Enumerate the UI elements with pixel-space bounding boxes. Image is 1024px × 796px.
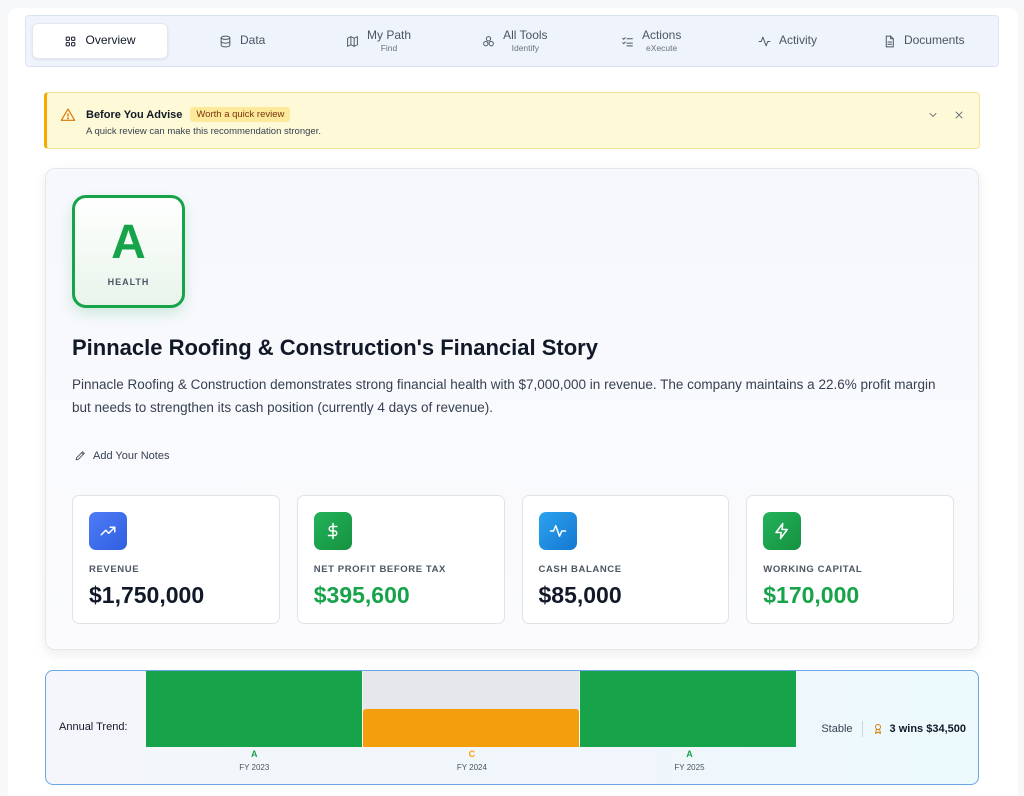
close-icon[interactable]: [953, 109, 965, 121]
metric-value: $1,750,000: [89, 582, 205, 608]
review-alert: Before You Advise Worth a quick review A…: [44, 92, 980, 149]
trend-fill: [146, 671, 362, 747]
pulse-icon: [549, 525, 566, 537]
tab-sublabel: Identify: [511, 42, 540, 53]
tab-sublabel: Find: [380, 42, 398, 53]
tab-bar: Overview Data My Path Find All Tools Ident…: [25, 15, 999, 67]
warning-icon-wrap: [60, 103, 76, 148]
metric-card-revenue: REVENUE $1,750,000: [72, 495, 280, 624]
activity-icon: [758, 36, 771, 46]
trending-up-icon: [100, 526, 116, 536]
trend-year: FY 2023: [239, 763, 270, 772]
metric-icon-wrap: [538, 512, 577, 550]
trend-grade: A: [251, 749, 258, 759]
tab-my-path[interactable]: My Path Find: [310, 23, 446, 59]
trend-bar-fy2025[interactable]: [580, 671, 796, 747]
trend-grade: A: [686, 749, 693, 759]
tab-label: Overview: [85, 33, 136, 48]
metric-icon-wrap: [313, 512, 352, 550]
trend-status-text: Stable: [821, 723, 853, 735]
checklist-icon: [622, 36, 633, 46]
warning-icon: [60, 108, 76, 121]
trend-label: Annual Trend:: [59, 721, 128, 733]
trend-year: FY 2024: [456, 763, 487, 772]
financial-story-card: A HEALTH Pinnacle Roofing & Construction…: [45, 168, 979, 650]
tab-data[interactable]: Data: [174, 23, 310, 59]
health-grade-label: HEALTH: [107, 276, 150, 287]
tab-sublabel: eXecute: [646, 42, 678, 53]
wins-summary[interactable]: 3 wins $34,500: [890, 723, 966, 735]
trend-bar-fy2024[interactable]: [363, 671, 579, 747]
grid-icon: [66, 36, 76, 46]
metric-icon-wrap: [89, 512, 127, 550]
tab-all-tools[interactable]: All Tools Identify: [447, 23, 583, 59]
bolt-icon: [775, 522, 789, 540]
trend-caption-fy2023: A FY 2023: [146, 749, 363, 772]
database-icon: [220, 35, 231, 47]
metric-label: REVENUE: [89, 564, 140, 575]
alert-description: A quick review can make this recommendat…: [86, 126, 321, 137]
metric-card-net-profit: NET PROFIT BEFORE TAX $395,600: [296, 495, 505, 624]
metric-value: $170,000: [763, 582, 860, 608]
trend-grade: C: [468, 749, 476, 759]
dollar-icon: [327, 522, 338, 540]
map-icon: [347, 35, 358, 47]
annual-trend-panel: Annual Trend: A FY 2023 C FY 2024 A FY 2…: [45, 670, 979, 785]
metrics-row: REVENUE $1,750,000 NET PROFIT BEFORE TAX…: [72, 495, 954, 624]
metric-label: CASH BALANCE: [538, 564, 622, 575]
alert-badge: Worth a quick review: [190, 107, 291, 122]
tab-documents[interactable]: Documents: [856, 23, 992, 59]
alert-title: Before You Advise: [86, 108, 183, 121]
page: Overview Data My Path Find All Tools Ident…: [8, 8, 1018, 796]
tab-label: My Path: [366, 27, 411, 42]
trend-bars: [146, 671, 796, 747]
pencil-icon: [75, 451, 85, 461]
tab-label: Activity: [778, 33, 817, 48]
metric-label: WORKING CAPITAL: [763, 564, 863, 575]
trend-fill: [363, 709, 579, 747]
tab-label: Documents: [903, 33, 965, 48]
trend-caption-fy2024: C FY 2024: [364, 749, 581, 772]
trend-bar-fy2023[interactable]: [146, 671, 362, 747]
story-title: Pinnacle Roofing & Construction's Financ…: [72, 335, 598, 360]
metric-card-cash-balance: CASH BALANCE $85,000: [521, 495, 730, 624]
metric-card-working-capital: WORKING CAPITAL $170,000: [746, 495, 954, 624]
trend-status: Stable 3 wins $34,500: [821, 721, 966, 737]
trend-caption-fy2025: A FY 2025: [581, 749, 798, 772]
trend-year: FY 2025: [674, 763, 705, 772]
add-notes-button[interactable]: Add Your Notes: [74, 449, 169, 462]
award-icon: [874, 724, 881, 734]
trend-fill: [580, 671, 796, 747]
metric-label: NET PROFIT BEFORE TAX: [313, 564, 446, 575]
add-notes-label: Add Your Notes: [93, 449, 170, 462]
metric-value: $395,600: [313, 582, 410, 608]
document-icon: [885, 35, 894, 47]
tools-icon: [483, 35, 494, 46]
health-grade-letter: A: [111, 215, 146, 269]
story-text: Pinnacle Roofing & Construction demonstr…: [72, 377, 936, 415]
tab-overview[interactable]: Overview: [32, 23, 168, 59]
tab-actions[interactable]: Actions eXecute: [583, 23, 719, 59]
tab-label: Data: [239, 33, 266, 48]
metric-value: $85,000: [538, 582, 622, 608]
chevron-down-icon[interactable]: [927, 109, 939, 121]
health-grade-badge: A HEALTH: [72, 195, 185, 308]
tab-activity[interactable]: Activity: [719, 23, 855, 59]
metric-icon-wrap: [763, 512, 802, 550]
tab-label: Actions: [641, 27, 682, 42]
divider: [861, 721, 863, 737]
tab-label: All Tools: [503, 27, 548, 42]
